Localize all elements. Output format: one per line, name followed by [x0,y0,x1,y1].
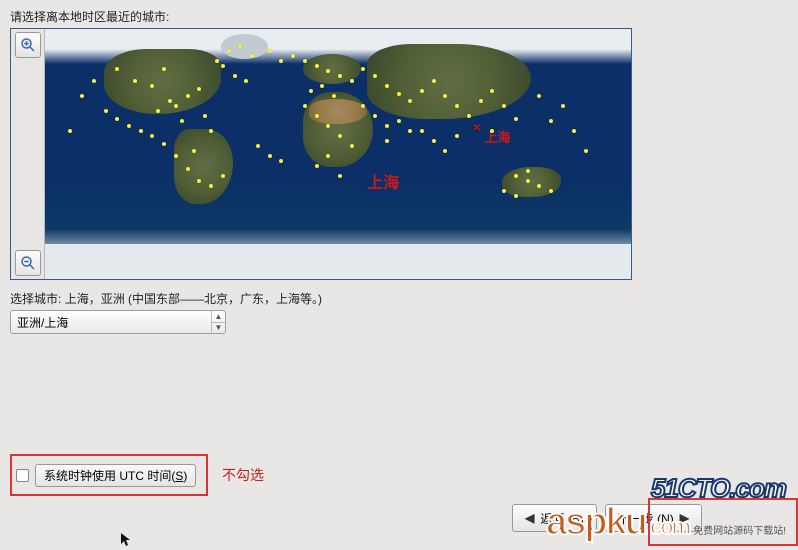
city-dot[interactable] [203,114,207,118]
city-dot[interactable] [526,179,530,183]
zoom-controls [11,29,45,279]
zoom-in-button[interactable] [15,32,41,58]
city-dot[interactable] [350,79,354,83]
city-dot[interactable] [279,59,283,63]
city-dot[interactable] [315,64,319,68]
city-dot[interactable] [115,67,119,71]
city-dot[interactable] [443,149,447,153]
city-dot[interactable] [303,59,307,63]
city-dot[interactable] [385,139,389,143]
city-dot[interactable] [233,74,237,78]
city-dot[interactable] [526,169,530,173]
selected-city-marker: × [473,119,481,135]
city-dot[interactable] [174,104,178,108]
city-dot[interactable] [162,67,166,71]
city-dot[interactable] [502,104,506,108]
city-dot[interactable] [80,94,84,98]
city-dot[interactable] [68,129,72,133]
city-dot[interactable] [432,79,436,83]
city-dot[interactable] [338,174,342,178]
city-dot[interactable] [537,94,541,98]
city-dot[interactable] [385,124,389,128]
city-dot[interactable] [186,167,190,171]
timezone-map[interactable]: × 上海 上海 [10,28,632,280]
city-dot[interactable] [479,99,483,103]
city-dot[interactable] [420,129,424,133]
city-dot[interactable] [227,49,231,53]
city-dot[interactable] [514,174,518,178]
city-dot[interactable] [279,159,283,163]
city-dot[interactable] [268,154,272,158]
watermark-aspku: aspku.com 免费网站源码下载站! [546,501,786,544]
city-dot[interactable] [180,119,184,123]
selected-city-info: 选择城市: 上海，亚洲 (中国东部——北京，广东，上海等。) [10,290,322,307]
city-dot[interactable] [174,154,178,158]
city-dot[interactable] [338,134,342,138]
zoom-out-icon [19,254,37,272]
city-dot[interactable] [133,79,137,83]
city-dot[interactable] [397,119,401,123]
cursor-icon [120,532,136,548]
timezone-select[interactable]: 亚洲/上海 ▲▼ [10,310,226,334]
city-dot[interactable] [197,87,201,91]
utc-checkbox[interactable] [16,469,29,482]
city-dot[interactable] [127,124,131,128]
city-dot[interactable] [221,174,225,178]
city-dot[interactable] [115,117,119,121]
city-dot[interactable] [303,104,307,108]
city-dot[interactable] [514,194,518,198]
city-dot[interactable] [215,59,219,63]
city-dot[interactable] [315,114,319,118]
city-dot[interactable] [350,144,354,148]
utc-option-highlight: 系统时钟使用 UTC 时间(S) [10,454,208,496]
world-map-canvas[interactable]: × 上海 上海 [45,29,631,279]
city-dot[interactable] [291,54,295,58]
watermark-51cto: 51CTO.com [651,473,786,504]
city-dot[interactable] [256,144,260,148]
selected-city-label-overlay: 上海 [367,169,399,193]
city-dot[interactable] [244,79,248,83]
city-dot[interactable] [150,134,154,138]
city-dot[interactable] [162,142,166,146]
city-dot[interactable] [192,149,196,153]
city-dot[interactable] [309,89,313,93]
city-dot[interactable] [373,114,377,118]
city-dot[interactable] [432,139,436,143]
city-dot[interactable] [572,129,576,133]
city-dot[interactable] [104,109,108,113]
city-dot[interactable] [502,189,506,193]
city-dot[interactable] [408,129,412,133]
city-dot[interactable] [221,64,225,68]
city-dot[interactable] [549,119,553,123]
city-dot[interactable] [186,94,190,98]
city-dot[interactable] [139,129,143,133]
selected-city-label-text: 选择城市: [10,292,61,306]
city-dot[interactable] [361,67,365,71]
zoom-out-button[interactable] [15,250,41,276]
city-dot[interactable] [92,79,96,83]
city-dot[interactable] [514,117,518,121]
city-dot[interactable] [268,49,272,53]
utc-button[interactable]: 系统时钟使用 UTC 时间(S) [35,464,196,487]
city-dot[interactable] [420,89,424,93]
city-dot[interactable] [467,114,471,118]
zoom-in-icon [19,36,37,54]
spinner-icon: ▲▼ [211,311,225,333]
city-dot[interactable] [561,104,565,108]
instruction-label: 请选择离本地时区最近的城市: [10,8,169,25]
city-dot[interactable] [338,74,342,78]
city-dot[interactable] [397,92,401,96]
annotation-text: 不勾选 [222,465,264,485]
city-dot[interactable] [315,164,319,168]
city-dot[interactable] [385,84,389,88]
city-dot[interactable] [584,149,588,153]
city-dot[interactable] [455,134,459,138]
selected-city-value: 上海，亚洲 (中国东部——北京，广东，上海等。) [65,292,322,306]
timezone-select-value: 亚洲/上海 [17,314,211,331]
city-dot[interactable] [320,84,324,88]
city-dot[interactable] [549,189,553,193]
back-arrow-icon: ◀ [525,511,534,525]
selected-city-label: 上海 [485,127,511,146]
